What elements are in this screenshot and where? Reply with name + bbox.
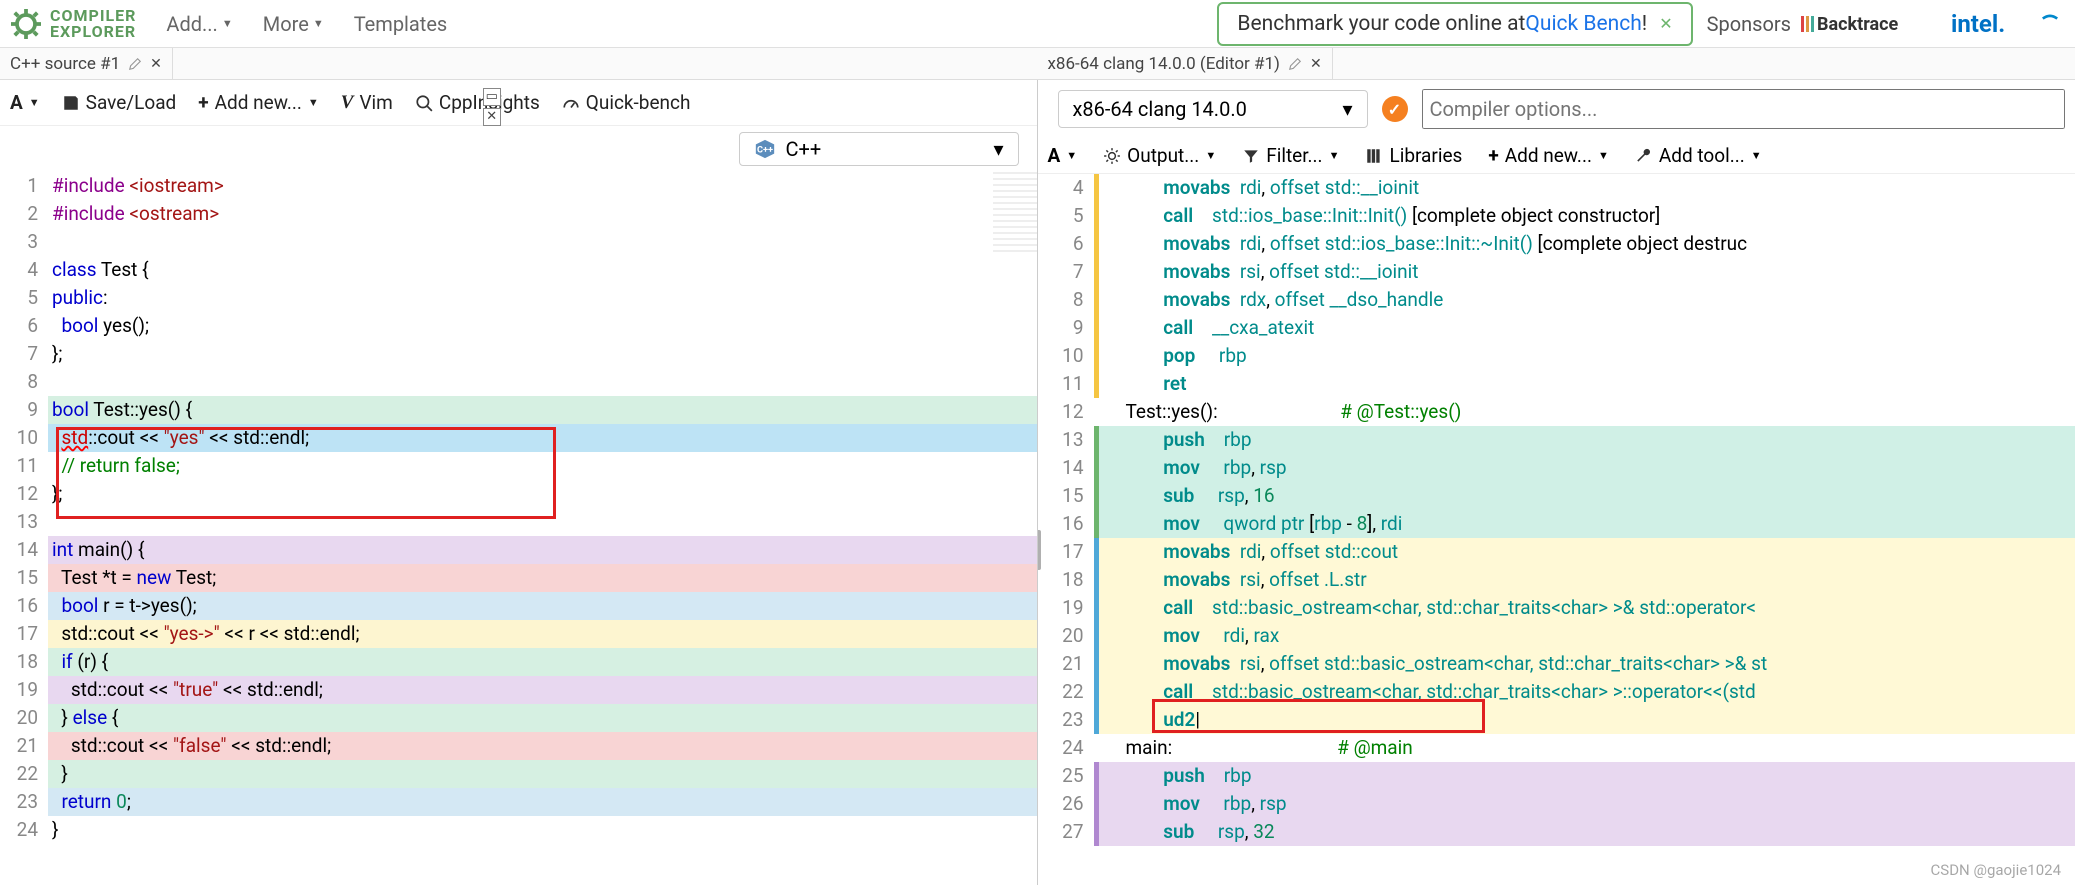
svg-text:Backtrace: Backtrace — [1817, 14, 1899, 35]
compiler-select[interactable]: x86-64 clang 14.0.0 ▾ — [1058, 90, 1368, 128]
asm-tab[interactable]: x86-64 clang 14.0.0 (Editor #1) ✕ — [1038, 48, 1333, 79]
source-toolbar: A▼ Save/Load +Add new...▼ VVim CppInsigh… — [0, 80, 1037, 126]
banner-text-prefix: Benchmark your code online at — [1237, 12, 1525, 36]
sponsors-label: Sponsors — [1707, 12, 1791, 36]
asm-tabstrip: x86-64 clang 14.0.0 (Editor #1) ✕ — [1038, 48, 2075, 80]
svg-text:C++: C++ — [757, 146, 773, 156]
chevron-down-icon: ▾ — [993, 137, 1003, 161]
menu-more[interactable]: More▼ — [263, 12, 324, 36]
book-icon — [1365, 147, 1383, 165]
save-load-button[interactable]: Save/Load — [62, 91, 177, 114]
banner-area: Benchmark your code online at Quick Benc… — [1217, 2, 2067, 46]
language-select[interactable]: C++ C++ ▾ — [739, 132, 1019, 166]
quick-bench-button[interactable]: Quick-bench — [562, 91, 691, 114]
sponsor-backtrace-icon[interactable]: Backtrace — [1801, 10, 1941, 38]
source-tab[interactable]: C++ source #1 ✕ — [0, 48, 173, 79]
logo-text-bottom: EXPLORER — [50, 24, 136, 40]
add-tool-button[interactable]: Add tool...▼ — [1635, 144, 1762, 167]
pencil-icon[interactable] — [128, 57, 142, 71]
floppy-icon — [62, 94, 80, 112]
cpp-icon: C++ — [754, 138, 776, 160]
funnel-icon — [1242, 147, 1260, 165]
compiler-row: x86-64 clang 14.0.0 ▾ ✓ — [1038, 80, 2075, 138]
tab-close-icon[interactable]: ✕ — [150, 56, 162, 72]
output-button[interactable]: Output...▼ — [1103, 144, 1216, 167]
banner-pill: Benchmark your code online at Quick Benc… — [1217, 2, 1692, 46]
compiler-label: x86-64 clang 14.0.0 — [1073, 97, 1247, 121]
source-code[interactable]: #include <iostream>#include <ostream>cla… — [48, 172, 1037, 885]
vim-button[interactable]: VVim — [341, 91, 393, 114]
gear-icon — [1103, 147, 1121, 165]
language-label: C++ — [786, 137, 822, 161]
chevron-down-icon: ▾ — [1342, 97, 1352, 121]
top-menu: Add...▼ More▼ Templates — [166, 12, 447, 36]
source-gutter: 123456789101112131415161718192021222324 — [0, 172, 48, 885]
pencil-icon[interactable] — [1288, 57, 1302, 71]
asm-code[interactable]: movabs rdi, offset std::__ioinit call st… — [1094, 174, 2075, 885]
sponsor-intel-icon[interactable]: intel. — [1951, 10, 2031, 38]
pane-close-icon[interactable]: ✕ — [483, 108, 501, 126]
pane-window-controls: ▭ ✕ — [483, 88, 501, 126]
pane-popout-icon[interactable]: ▭ — [483, 88, 501, 106]
banner-text-suffix: ! — [1642, 12, 1647, 36]
font-size-button[interactable]: A▼ — [1048, 144, 1078, 167]
caret-down-icon: ▼ — [222, 17, 233, 30]
source-editor[interactable]: 123456789101112131415161718192021222324 … — [0, 172, 1037, 885]
asm-tab-label: x86-64 clang 14.0.0 (Editor #1) — [1048, 54, 1280, 74]
banner-close-icon[interactable]: ✕ — [1659, 14, 1672, 33]
source-tab-label: C++ source #1 — [10, 54, 120, 74]
asm-toolbar: A▼ Output...▼ Filter...▼ Libraries +Add … — [1038, 138, 2075, 174]
minimap[interactable] — [993, 172, 1037, 252]
asm-gutter: 4567891011121314151617181920212223242526… — [1038, 174, 1094, 885]
header: COMPILER EXPLORER Add...▼ More▼ Template… — [0, 0, 2075, 48]
compile-status-icon[interactable]: ✓ — [1382, 96, 1408, 122]
watermark: CSDN @gaojie1024 — [1931, 861, 2061, 879]
asm-pane: x86-64 clang 14.0.0 ▾ ✓ A▼ Output...▼ Fi… — [1038, 80, 2075, 885]
source-tabstrip: C++ source #1 ✕ ▭ ✕ — [0, 48, 1038, 80]
asm-editor[interactable]: 4567891011121314151617181920212223242526… — [1038, 174, 2075, 885]
filter-button[interactable]: Filter...▼ — [1242, 144, 1339, 167]
svg-text:intel.: intel. — [1951, 10, 2005, 38]
libraries-button[interactable]: Libraries — [1365, 144, 1462, 167]
add-new-button[interactable]: +Add new...▼ — [1488, 144, 1609, 167]
add-new-button[interactable]: +Add new...▼ — [198, 91, 319, 114]
sponsors: Sponsors Backtrace intel. — [1707, 10, 2067, 38]
wrench-icon — [1635, 147, 1653, 165]
banner-link[interactable]: Quick Bench — [1525, 12, 1641, 36]
logo-gear-icon — [8, 6, 44, 42]
gauge-icon — [562, 94, 580, 112]
caret-down-icon: ▼ — [313, 17, 324, 30]
magnify-icon — [415, 94, 433, 112]
source-pane: A▼ Save/Load +Add new...▼ VVim CppInsigh… — [0, 80, 1038, 885]
menu-add[interactable]: Add...▼ — [166, 12, 232, 36]
splitter-grip[interactable] — [1038, 530, 1041, 570]
sponsor-next-icon[interactable] — [2041, 10, 2059, 38]
cppinsights-button[interactable]: CppInsights — [415, 91, 540, 114]
logo[interactable]: COMPILER EXPLORER — [8, 6, 136, 42]
font-size-button[interactable]: A▼ — [10, 91, 40, 114]
tab-close-icon[interactable]: ✕ — [1310, 56, 1322, 72]
menu-templates[interactable]: Templates — [354, 12, 448, 36]
compiler-options-input[interactable] — [1422, 89, 2066, 129]
